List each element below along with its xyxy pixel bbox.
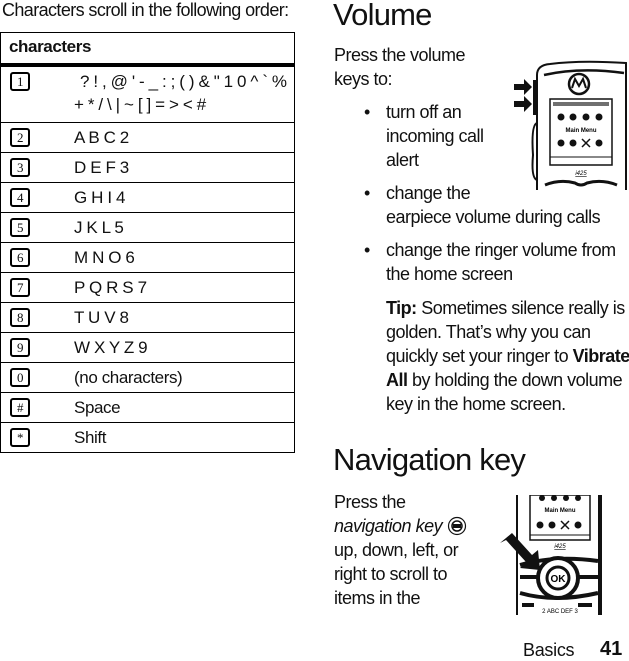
- characters-line: + * / \ | ~ [ ] = > < #: [74, 95, 206, 114]
- phone-navigation-illustration: Main Menu i425 OK 2 ABC DEF 3: [500, 495, 602, 615]
- phone-screen: [529, 495, 591, 541]
- tip-bold: Vibrate: [572, 346, 629, 366]
- phone-volume-illustration: Main Menu i425: [514, 60, 627, 190]
- tip-text: by holding the down volume: [412, 370, 623, 390]
- tip-paragraph: Tip: Sometimes silence really is golden.…: [386, 296, 629, 416]
- navigation-heading: Navigation key: [333, 442, 526, 477]
- model-label: i425: [554, 544, 566, 550]
- volume-bullet-3: • change the ringer volume from the home…: [364, 238, 616, 286]
- bullet-line: the home screen: [386, 264, 513, 284]
- tip-text: Sometimes silence really is: [421, 298, 625, 318]
- footer-section: Basics: [523, 640, 575, 660]
- characters-cell: Shift: [74, 422, 295, 453]
- bullet-line: turn off an: [386, 102, 462, 122]
- nav-italic-text: navigation key: [334, 516, 443, 536]
- table-row: # Space: [0, 392, 295, 423]
- characters-cell: G H I 4: [74, 182, 295, 213]
- tip-text: quickly set your ringer to: [386, 346, 569, 366]
- key-cell: 3: [0, 152, 74, 183]
- key-cell: 4: [0, 182, 74, 213]
- nav-text: up, down, left, or: [334, 540, 459, 560]
- nav-text: items in the: [334, 588, 421, 608]
- key-cell: 7: [0, 272, 74, 303]
- key-1-icon: 1: [10, 72, 30, 91]
- key-6-icon: 6: [10, 248, 30, 267]
- characters-cell: ? ! , @ ' - _ : ; ( ) & " 1 0 ^ ` % + * /…: [74, 65, 295, 123]
- key-cell: 9: [0, 332, 74, 363]
- key-7-icon: 7: [10, 278, 30, 297]
- table-row: 3 D E F 3: [0, 152, 295, 183]
- volume-arrow-icon: [514, 79, 532, 95]
- key-2-icon: 2: [10, 128, 30, 147]
- key-star-icon: *: [10, 428, 30, 447]
- nav-text: right to scroll to: [334, 564, 448, 584]
- key-cell: #: [0, 392, 74, 423]
- volume-lead-line1: Press the volume: [334, 45, 466, 65]
- table-row: * Shift: [0, 422, 295, 453]
- volume-heading: Volume: [333, 0, 432, 32]
- key-cell: 2: [0, 122, 74, 153]
- bullet-dot: •: [364, 240, 370, 260]
- volume-arrow-icon: [514, 96, 532, 112]
- table-row: 5 J K L 5: [0, 212, 295, 243]
- ok-key-label: OK: [551, 574, 567, 585]
- table-row: 8 T U V 8: [0, 302, 295, 333]
- key-4-icon: 4: [10, 188, 30, 207]
- characters-cell: A B C 2: [74, 122, 295, 153]
- key-cell: 1: [0, 65, 74, 123]
- bullet-dot: •: [364, 102, 370, 122]
- table-row: 7 P Q R S 7: [0, 272, 295, 303]
- characters-line: ? ! , @ ' - _ : ; ( ) & " 1 0 ^ ` %: [80, 72, 287, 91]
- key-0-icon: 0: [10, 368, 30, 387]
- bullet-line: incoming call: [386, 126, 484, 146]
- key-cell: 6: [0, 242, 74, 273]
- table-row: 6 M N O 6: [0, 242, 295, 273]
- key-cell: 8: [0, 302, 74, 333]
- characters-cell: T U V 8: [74, 302, 295, 333]
- bullet-line: earpiece volume during calls: [386, 207, 601, 227]
- key-pound-icon: #: [10, 398, 30, 417]
- navigation-paragraph: Press the navigation key up, down, left,…: [334, 490, 484, 610]
- tip-label: Tip:: [386, 298, 417, 318]
- key-cell: 5: [0, 212, 74, 243]
- characters-cell: D E F 3: [74, 152, 295, 183]
- table-header: characters: [0, 32, 295, 67]
- characters-cell: J K L 5: [74, 212, 295, 243]
- keypad-labels: 2 ABC DEF 3: [542, 609, 578, 615]
- bullet-line: change the: [386, 183, 471, 203]
- table-row: 1 ? ! , @ ' - _ : ; ( ) & " 1 0 ^ ` % + * …: [0, 65, 295, 123]
- table-row: 0 (no characters): [0, 362, 295, 393]
- nav-text: Press the: [334, 492, 406, 512]
- screen-title: Main Menu: [566, 128, 597, 134]
- table-row: 4 G H I 4: [0, 182, 295, 213]
- characters-cell: W X Y Z 9: [74, 332, 295, 363]
- characters-cell: P Q R S 7: [74, 272, 295, 303]
- key-3-icon: 3: [10, 158, 30, 177]
- key-9-icon: 9: [10, 338, 30, 357]
- screen-title: Main Menu: [545, 508, 576, 514]
- tip-text: key in the home screen.: [386, 394, 566, 414]
- key-5-icon: 5: [10, 218, 30, 237]
- volume-lead-line2: keys to:: [334, 69, 393, 89]
- page-number: 41: [600, 638, 623, 660]
- characters-cell: M N O 6: [74, 242, 295, 273]
- character-table: characters 1 ? ! , @ ' - _ : ; ( ) & " 1 …: [0, 32, 295, 453]
- bullet-line: alert: [386, 150, 419, 170]
- volume-bullet-1: • turn off an incoming call alert: [364, 100, 484, 172]
- characters-cell: Space: [74, 392, 295, 423]
- key-cell: *: [0, 422, 74, 453]
- key-cell: 0: [0, 362, 74, 393]
- table-row: 2 A B C 2: [0, 122, 295, 153]
- tip-text: golden. That’s why you can: [386, 322, 591, 342]
- bullet-dot: •: [364, 183, 370, 203]
- model-label: i425: [575, 171, 587, 177]
- volume-lead: Press the volume keys to:: [334, 43, 466, 91]
- bullet-line: change the ringer volume from: [386, 240, 616, 260]
- tip-bold: All: [386, 370, 408, 390]
- navigation-key-icon: [447, 516, 466, 536]
- table-row: 9 W X Y Z 9: [0, 332, 295, 363]
- key-8-icon: 8: [10, 308, 30, 327]
- intro-text: Characters scroll in the following order…: [2, 0, 289, 20]
- characters-cell: (no characters): [74, 362, 295, 393]
